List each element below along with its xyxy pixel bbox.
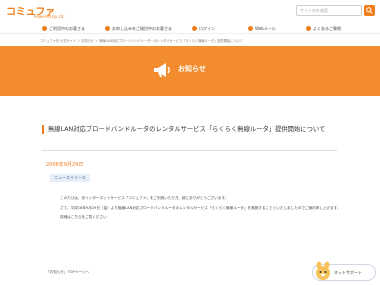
nav-item-webmail[interactable]: Webメール bbox=[248, 25, 276, 33]
nav-item-label: お申し込みをご検討中のお客さま bbox=[112, 26, 172, 31]
site-header: コミュファ Powered by ctc サイト内を検索 bbox=[0, 0, 380, 22]
user-icon bbox=[42, 26, 47, 31]
net-support-button[interactable]: ネットサポート bbox=[312, 261, 376, 281]
nav-item-new-customers[interactable]: お申し込みをご検討中のお客さま bbox=[105, 25, 172, 33]
support-label: ネットサポート bbox=[334, 270, 362, 275]
search-input[interactable]: サイト内を検索 bbox=[296, 5, 362, 16]
body-paragraph: このたびは、光インターネットサービス「コミュファ」をご利用いただき、誠にありがと… bbox=[60, 196, 229, 200]
search-icon bbox=[366, 7, 373, 14]
logo-subtext: Powered by ctc bbox=[34, 14, 65, 19]
back-to-news-link[interactable]: 「お知らせ」TOPページへ bbox=[46, 270, 89, 275]
megaphone-icon bbox=[154, 63, 170, 77]
nav-item-label: よくあるご質問 bbox=[313, 26, 341, 31]
main-nav: ご利用中のお客さま お申し込みをご検討中のお客さま ログイン Webメール よく… bbox=[0, 23, 380, 34]
search-button[interactable] bbox=[364, 5, 375, 16]
page-title: お知らせ bbox=[178, 65, 206, 73]
nav-item-login[interactable]: ログイン bbox=[192, 25, 215, 33]
nav-item-label: Webメール bbox=[255, 26, 276, 31]
title-divider bbox=[42, 150, 337, 151]
article-date: 2006年9月29日 bbox=[46, 162, 84, 168]
mascot-icon bbox=[316, 261, 330, 280]
mail-icon bbox=[248, 26, 253, 31]
body-paragraph: さて、平成18年9月29日（金）より無線LAN対応ブロードバンドルータのレンタル… bbox=[60, 205, 341, 210]
article-body: このたびは、光インターネットサービス「コミュファ」をご利用いただき、誠にありがと… bbox=[60, 196, 350, 225]
breadcrumb[interactable]: コミュファ光 公式サイト ＞ お知らせ ＞ 無線LAN対応ブロードバンドルーター… bbox=[40, 38, 243, 43]
page-banner: お知らせ bbox=[0, 46, 380, 96]
nav-item-label: ログイン bbox=[199, 26, 215, 31]
question-icon bbox=[306, 26, 311, 31]
site-logo[interactable]: コミュファ Powered by ctc bbox=[6, 3, 65, 19]
nav-item-label: ご利用中のお客さま bbox=[49, 26, 85, 31]
category-badge: ニュースリリース bbox=[50, 174, 90, 182]
article-title: 無線LAN対応ブロードバンドルータのレンタルサービス「らくらく無線ルータ」提供開… bbox=[42, 125, 337, 134]
nav-item-current-customers[interactable]: ご利用中のお客さま bbox=[42, 25, 85, 33]
lock-icon bbox=[192, 26, 197, 31]
details-link[interactable]: 詳細はこちらをご覧ください bbox=[60, 215, 350, 221]
nav-item-faq[interactable]: よくあるご質問 bbox=[306, 25, 341, 33]
cart-icon bbox=[105, 26, 110, 31]
